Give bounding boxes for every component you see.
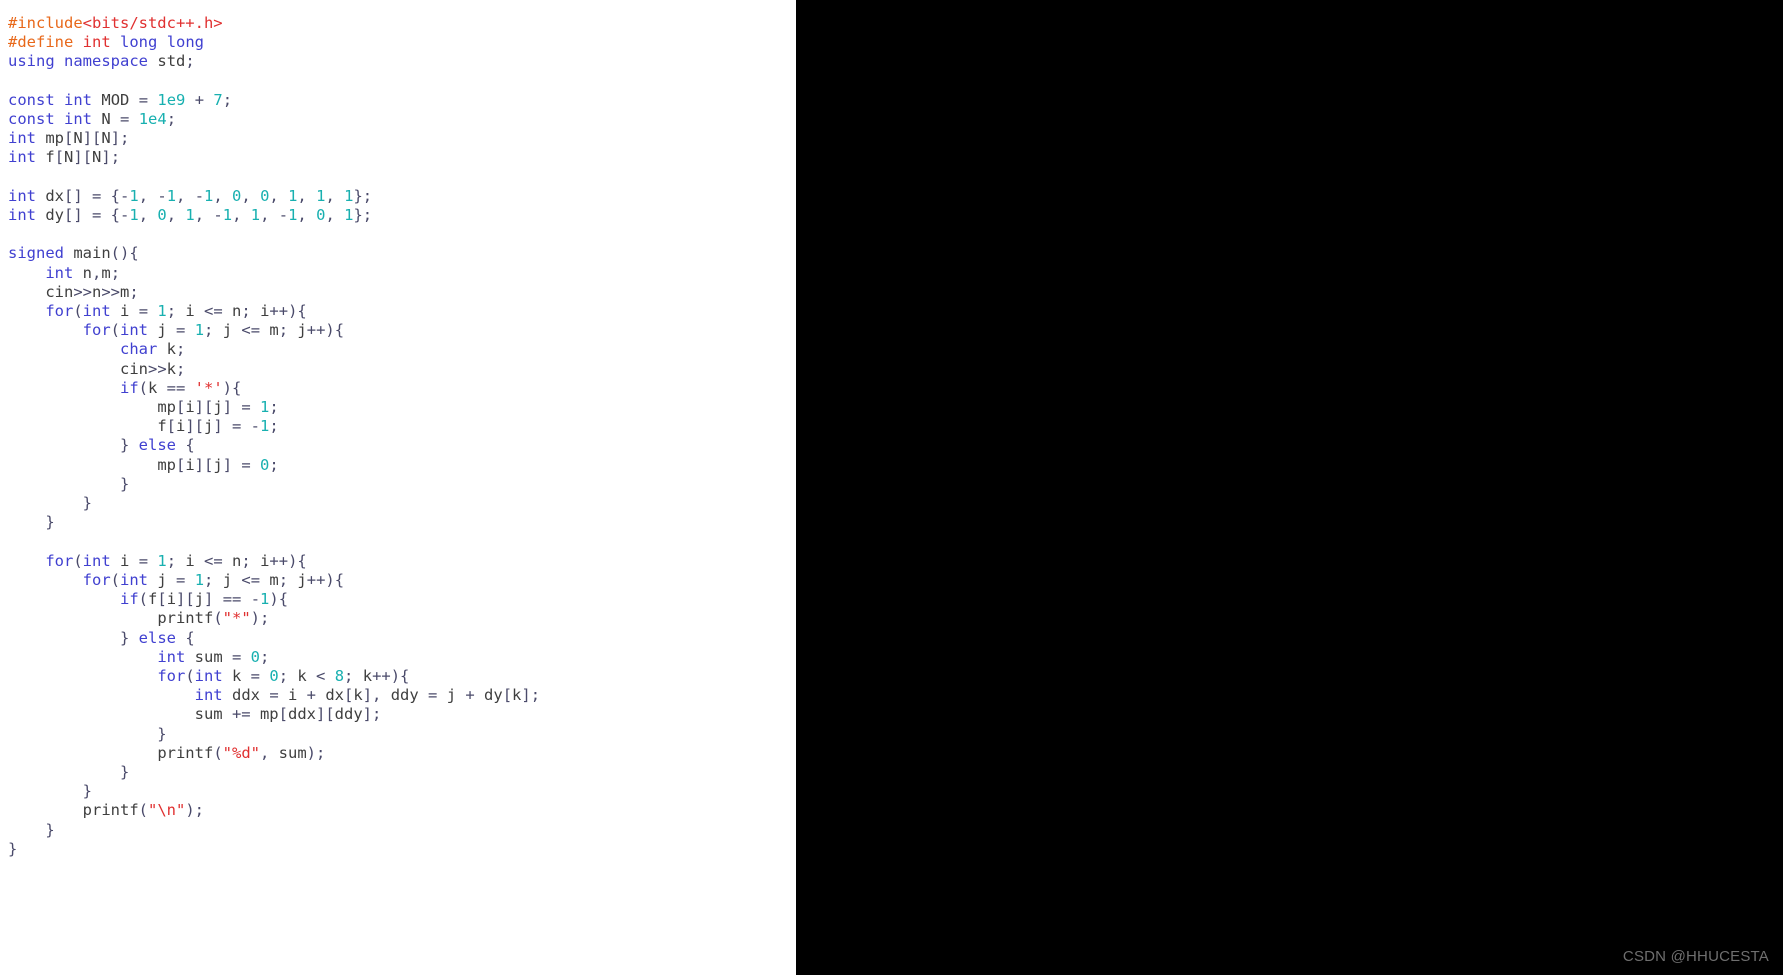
screenshot-root: #include<bits/stdc++.h> #define int long… <box>0 0 1783 975</box>
csdn-watermark: CSDN @HHUCESTA <box>1622 948 1769 965</box>
code-editor-pane: #include<bits/stdc++.h> #define int long… <box>0 0 796 975</box>
source-code-block: #include<bits/stdc++.h> #define int long… <box>8 14 541 858</box>
console-output-panel: CSDN @HHUCESTA <box>796 0 1783 975</box>
